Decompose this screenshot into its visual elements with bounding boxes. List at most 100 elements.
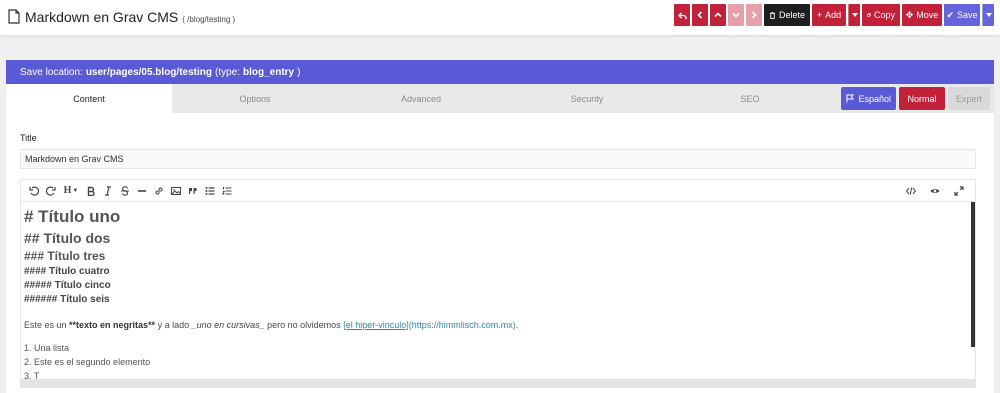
list-block: 1. Una lista 2. Este es el segundo eleme… <box>24 341 972 383</box>
horizontal-rule-icon <box>138 189 146 192</box>
check-icon: ✔ <box>946 9 955 20</box>
code-icon <box>906 187 916 195</box>
markdown-text-area[interactable]: # Título uno ## Título dos ### Título tr… <box>21 202 975 387</box>
chevron-left-icon <box>697 11 703 19</box>
copy-button[interactable]: Copy <box>862 4 900 26</box>
italic-icon <box>105 185 111 196</box>
action-buttons: Delete + Add Copy ✥ Move ✔ Save <box>674 4 994 26</box>
save-label: Save <box>957 10 978 20</box>
undo-icon <box>29 186 39 196</box>
quote-icon <box>189 187 197 194</box>
unordered-list-button[interactable] <box>203 184 217 198</box>
caret-down-icon <box>851 13 858 17</box>
language-button[interactable]: Español <box>841 87 896 110</box>
ordered-list-button[interactable] <box>220 184 234 198</box>
paragraph-text: . <box>515 320 519 330</box>
add-button[interactable]: + Add <box>812 4 846 26</box>
next-page-button[interactable] <box>746 4 762 26</box>
heading-1-line: # Título uno <box>24 207 121 226</box>
numbered-list-icon <box>222 186 232 194</box>
tab-seo[interactable]: SEO <box>670 84 830 113</box>
expand-icon <box>954 186 964 196</box>
mode-normal-button[interactable]: Normal <box>899 87 945 110</box>
blockquote-button[interactable] <box>186 184 200 198</box>
tab-advanced[interactable]: Advanced <box>338 84 504 113</box>
caret-down-icon <box>985 13 992 17</box>
strikethrough-icon <box>121 185 129 196</box>
save-dropdown-toggle[interactable] <box>982 4 994 26</box>
mode-expert-button[interactable]: Expert <box>948 87 990 110</box>
vertical-scrollbar[interactable] <box>971 202 975 347</box>
arrows-icon: ✥ <box>905 9 914 20</box>
page-editor-panel: Save location: user/pages/05.blog/testin… <box>6 60 994 393</box>
list-item: 1. Una lista <box>24 343 70 353</box>
chevron-up-icon <box>714 12 722 18</box>
preview-button[interactable] <box>928 184 942 198</box>
tab-content[interactable]: Content <box>6 84 172 113</box>
tab-bar: Content Options Advanced Security SEO Es… <box>6 84 994 113</box>
bold-button[interactable] <box>84 184 98 198</box>
title-label: Title <box>20 133 37 143</box>
move-label: Move <box>916 10 939 20</box>
markdown-editor: H ▼ # Título uno ## Título dos ### Títul… <box>20 179 976 388</box>
bullet-list-icon <box>205 186 215 195</box>
save-button[interactable]: ✔ Save <box>944 4 980 26</box>
italic-text: _uno en cursivas_ <box>191 320 265 330</box>
add-dropdown-toggle[interactable] <box>848 4 860 26</box>
reply-icon <box>677 11 687 19</box>
code-view-button[interactable] <box>904 184 918 198</box>
link-icon <box>155 186 163 195</box>
list-item: 2. Este es el segundo elemento <box>24 357 151 367</box>
paragraph-text: y a lado <box>155 320 192 330</box>
top-bar: Markdown en Grav CMS ( /blog/testing ) D… <box>0 0 1000 36</box>
file-icon <box>8 9 20 24</box>
heading-5-line: ##### Título cinco <box>24 280 111 291</box>
save-location-type-suffix: ) <box>297 66 301 78</box>
paragraph-text: Este es un <box>24 320 70 330</box>
horizontal-scrollbar[interactable] <box>21 379 975 387</box>
chevron-right-icon <box>751 11 757 19</box>
delete-button[interactable]: Delete <box>764 4 810 26</box>
horizontal-rule-button[interactable] <box>135 184 149 198</box>
strikethrough-button[interactable] <box>118 184 132 198</box>
save-location-type: blog_entry <box>243 66 295 78</box>
save-location-path: user/pages/05.blog/testing <box>85 66 212 78</box>
save-location-type-prefix: (type: <box>214 66 240 78</box>
page-route: ( /blog/testing ) <box>182 15 236 24</box>
fullscreen-button[interactable] <box>952 184 966 198</box>
redo-icon <box>46 186 56 196</box>
eye-icon <box>930 189 940 193</box>
save-location-bar: Save location: user/pages/05.blog/testin… <box>6 60 994 84</box>
tab-options[interactable]: Options <box>172 84 338 113</box>
heading-4-line: #### Título cuatro <box>24 266 110 277</box>
delete-label: Delete <box>778 10 805 20</box>
italic-button[interactable] <box>101 184 115 198</box>
heading-button[interactable]: H ▼ <box>61 184 81 198</box>
paragraph-text: pero no olvidemos <box>264 320 344 330</box>
heading-6-line: ###### Título seis <box>24 294 110 305</box>
chevron-down-icon <box>732 12 740 18</box>
image-button[interactable] <box>169 184 183 198</box>
link-text: [el hiper-vinculo] <box>343 320 409 330</box>
flag-icon <box>846 94 855 103</box>
heading-label: H <box>63 185 72 196</box>
undo-button[interactable] <box>27 184 41 198</box>
tab-security[interactable]: Security <box>504 84 670 113</box>
back-button[interactable] <box>674 4 690 26</box>
copy-label: Copy <box>873 10 895 20</box>
tab-bar-controls: Español Normal Expert <box>841 87 990 110</box>
content-form: Title Markdown en Grav CMS H ▼ # Título … <box>6 133 994 388</box>
move-button[interactable]: ✥ Move <box>902 4 942 26</box>
redo-button[interactable] <box>44 184 58 198</box>
bold-icon <box>87 186 95 196</box>
page-title: Markdown en Grav CMS <box>25 9 179 25</box>
add-label: Add <box>825 10 842 20</box>
parent-page-button[interactable] <box>710 4 726 26</box>
child-page-button[interactable] <box>728 4 744 26</box>
previous-page-button[interactable] <box>692 4 708 26</box>
link-button[interactable] <box>152 184 166 198</box>
language-label: Español <box>858 93 891 104</box>
editor-toolbar-right <box>904 184 969 198</box>
trash-icon <box>769 11 776 19</box>
title-input[interactable]: Markdown en Grav CMS <box>20 149 976 169</box>
